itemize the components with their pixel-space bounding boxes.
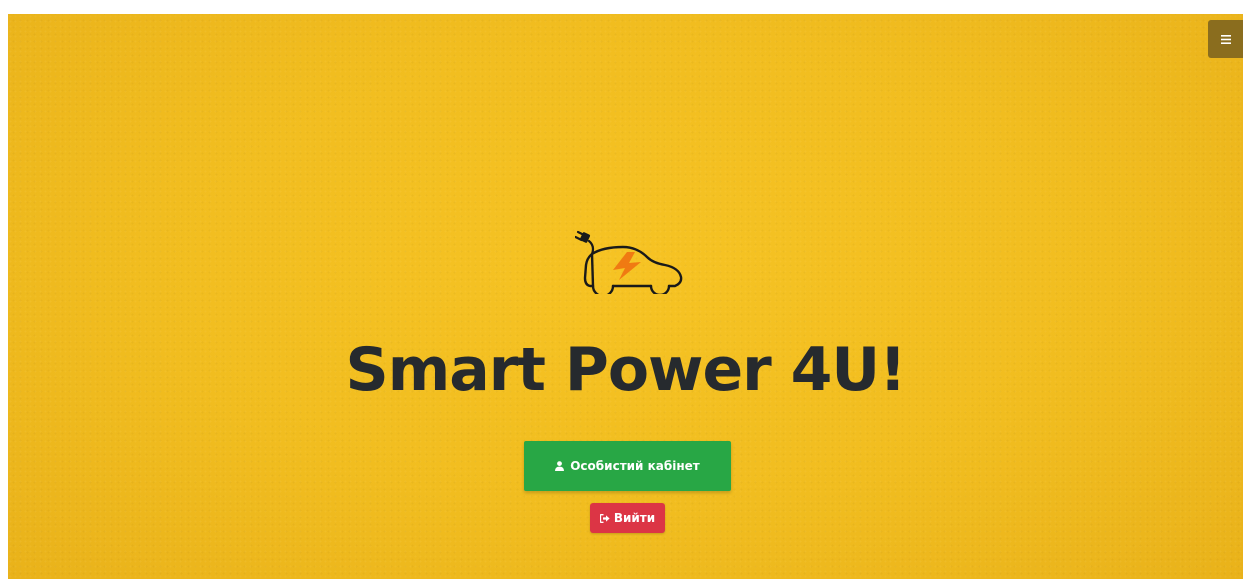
personal-cabinet-label: Особистий кабінет [570,459,700,473]
menu-toggle-button[interactable] [1208,20,1243,58]
hero-content: Smart Power 4U! Особистий кабінет Вийти [8,14,1243,579]
menu-icon [1220,34,1231,44]
user-icon [555,461,565,471]
logout-label: Вийти [613,511,656,525]
electric-car-icon [574,230,683,298]
logout-button[interactable]: Вийти [590,503,665,533]
page-title: Smart Power 4U! [345,335,906,405]
sign-out-icon [599,513,610,523]
personal-cabinet-button[interactable]: Особистий кабінет [524,441,731,491]
hero-section: Smart Power 4U! Особистий кабінет Вийти [8,14,1243,579]
